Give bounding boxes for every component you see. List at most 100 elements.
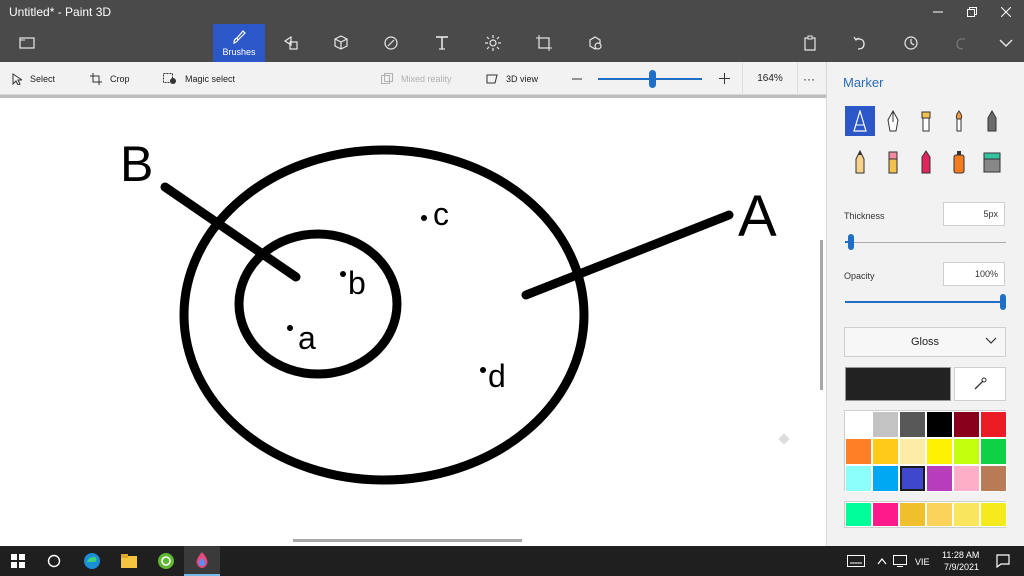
color-swatch[interactable] <box>980 465 1007 492</box>
tab-2d-shapes[interactable] <box>270 24 312 62</box>
color-swatch[interactable] <box>872 465 899 492</box>
eraser-button[interactable] <box>878 147 908 177</box>
clock-date[interactable]: 7/9/2021 <box>944 562 979 572</box>
color-swatch[interactable] <box>899 465 926 492</box>
color-swatch[interactable] <box>926 438 953 465</box>
color-swatch[interactable] <box>845 438 872 465</box>
point-c-dot <box>421 215 427 221</box>
close-button[interactable] <box>989 0 1023 24</box>
clock-time[interactable]: 11:28 AM <box>942 550 979 560</box>
color-swatch[interactable] <box>980 438 1007 465</box>
color-swatch[interactable] <box>899 411 926 438</box>
zoom-slider-thumb[interactable] <box>649 70 656 88</box>
marker-brush-button[interactable] <box>845 106 875 136</box>
tab-canvas[interactable] <box>523 24 565 62</box>
color-swatch[interactable] <box>926 411 953 438</box>
search-icon <box>47 554 61 568</box>
custom-color-swatch[interactable] <box>899 502 926 527</box>
keyboard-icon <box>847 555 865 567</box>
custom-color-swatch[interactable] <box>953 502 980 527</box>
vertical-scrollbar[interactable] <box>820 240 823 390</box>
watercolor-button[interactable] <box>944 106 974 136</box>
color-swatch[interactable] <box>845 411 872 438</box>
crayon-button[interactable] <box>911 147 941 177</box>
eyedropper-button[interactable] <box>954 367 1006 401</box>
color-swatch[interactable] <box>845 465 872 492</box>
custom-color-swatch[interactable] <box>926 502 953 527</box>
input-language[interactable]: VIE <box>915 557 930 567</box>
expand-menu-button[interactable] <box>985 24 1024 62</box>
custom-color-swatch[interactable] <box>872 502 899 527</box>
current-color-swatch[interactable] <box>845 367 951 401</box>
calligraphy-pen-icon <box>887 110 899 132</box>
color-swatch[interactable] <box>872 438 899 465</box>
magic-select-button[interactable]: Magic select <box>163 62 235 95</box>
3d-view-button[interactable]: 3D view <box>486 62 538 95</box>
tab-text[interactable] <box>421 24 463 62</box>
horizontal-scrollbar[interactable] <box>293 539 522 542</box>
fill-bucket-button[interactable] <box>977 147 1007 177</box>
pixel-pen-button[interactable] <box>977 106 1007 136</box>
thickness-input[interactable]: 5px <box>943 202 1005 226</box>
tab-brushes[interactable]: Brushes <box>213 24 265 62</box>
text-icon <box>436 36 448 50</box>
start-button[interactable] <box>0 546 36 576</box>
color-swatch[interactable] <box>899 438 926 465</box>
color-swatch[interactable] <box>953 465 980 492</box>
folder-icon <box>121 554 137 568</box>
crop-button[interactable]: Crop <box>90 62 130 95</box>
zoom-percentage[interactable]: 164% <box>742 62 798 95</box>
tray-network[interactable] <box>888 546 912 576</box>
finish-dropdown[interactable]: Gloss <box>844 327 1006 357</box>
taskbar-app[interactable] <box>148 546 184 576</box>
calligraphy-pen-button[interactable] <box>878 106 908 136</box>
opacity-slider-fill <box>845 301 1006 303</box>
zoom-out-button[interactable] <box>572 62 590 95</box>
restore-button[interactable] <box>955 0 989 24</box>
chevron-up-icon <box>877 558 887 565</box>
color-swatch[interactable] <box>926 465 953 492</box>
history-button[interactable] <box>890 24 932 62</box>
label-c: c <box>433 196 449 232</box>
taskbar-file-explorer[interactable] <box>111 546 147 576</box>
opacity-slider-thumb[interactable] <box>1000 294 1006 310</box>
opacity-label: Opacity <box>844 271 875 281</box>
pencil-icon <box>855 150 865 174</box>
select-button[interactable]: Select <box>12 62 55 95</box>
undo-button[interactable] <box>839 24 881 62</box>
tab-3d-shapes[interactable] <box>320 24 362 62</box>
taskbar-paint3d[interactable] <box>184 546 220 576</box>
notification-button[interactable] <box>985 546 1021 576</box>
custom-color-swatch[interactable] <box>980 502 1007 527</box>
opacity-input[interactable]: 100% <box>943 262 1005 286</box>
drawing-canvas[interactable]: B A b a c d <box>0 95 826 546</box>
line-b <box>160 182 301 282</box>
search-button[interactable] <box>36 546 72 576</box>
pencil-button[interactable] <box>845 147 875 177</box>
redo-icon <box>956 38 966 50</box>
color-swatch[interactable] <box>872 411 899 438</box>
menu-button[interactable] <box>6 24 48 62</box>
thickness-slider-track[interactable] <box>845 242 1006 243</box>
taskbar-edge[interactable] <box>74 546 110 576</box>
more-options-button[interactable]: ··· <box>803 62 815 95</box>
pixel-pen-icon <box>987 110 997 132</box>
color-swatch[interactable] <box>953 438 980 465</box>
zoom-in-button[interactable] <box>719 62 738 95</box>
color-swatch[interactable] <box>953 411 980 438</box>
selection-toolbar: Select Crop Magic select Mixed reality 3… <box>0 62 826 95</box>
tab-3d-library[interactable] <box>574 24 616 62</box>
3d-library-icon <box>589 36 602 50</box>
mixed-reality-button[interactable]: Mixed reality <box>381 62 452 95</box>
spray-can-button[interactable] <box>944 147 974 177</box>
custom-color-swatch[interactable] <box>845 502 872 527</box>
tab-stickers[interactable] <box>370 24 412 62</box>
minimize-button[interactable] <box>921 0 955 24</box>
paste-button[interactable] <box>789 24 831 62</box>
color-swatch[interactable] <box>980 411 1007 438</box>
oil-brush-button[interactable] <box>911 106 941 136</box>
tab-effects[interactable] <box>472 24 514 62</box>
select-label: Select <box>30 73 56 84</box>
thickness-slider-thumb[interactable] <box>848 234 855 250</box>
redo-button[interactable] <box>940 24 982 62</box>
